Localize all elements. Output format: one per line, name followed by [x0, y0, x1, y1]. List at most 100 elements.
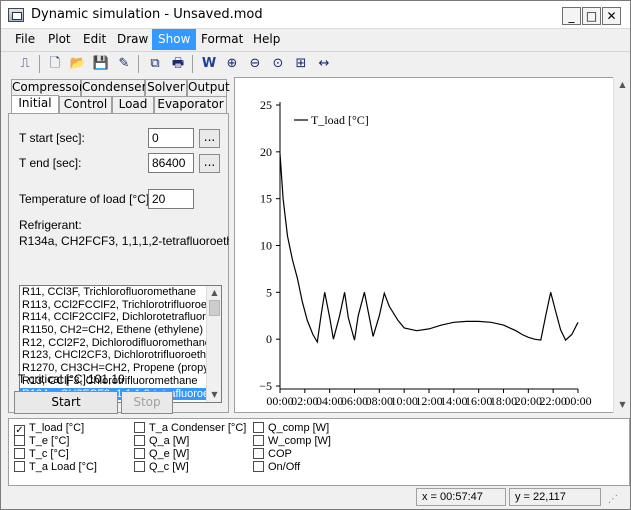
- menu-format[interactable]: Format: [195, 29, 249, 50]
- minimize-button[interactable]: _: [562, 7, 581, 25]
- print-icon[interactable]: 🖶: [168, 54, 188, 74]
- save-as-icon[interactable]: ✎: [114, 54, 134, 74]
- series-line-t-load: [279, 153, 579, 344]
- series-checkbox[interactable]: ✓ T_load [°C]: [14, 422, 85, 436]
- zoom-in-icon[interactable]: ⊕: [222, 54, 242, 74]
- menu-bar: File Plot Edit Draw Show Format Help: [1, 29, 630, 50]
- refrigerant-list-scrollbar[interactable]: ▲ ▼: [206, 286, 221, 402]
- zoom-fit-icon[interactable]: ⊙: [268, 54, 288, 74]
- checkbox-unchecked-icon[interactable]: [134, 448, 145, 459]
- checkbox-unchecked-icon[interactable]: [253, 422, 264, 433]
- open-folder-icon[interactable]: 📂: [68, 54, 88, 74]
- menu-edit[interactable]: Edit: [77, 29, 112, 50]
- scroll-up-icon[interactable]: ▲: [207, 286, 221, 300]
- series-checkbox[interactable]: Q_c [W]: [134, 461, 189, 474]
- legend-entry: T_load [°C]: [311, 113, 369, 127]
- t-critical-value: 101,10: [88, 372, 125, 386]
- checkbox-unchecked-icon[interactable]: [14, 461, 25, 472]
- scroll-down-icon[interactable]: ▼: [207, 388, 221, 402]
- y-tick-label: −5: [259, 379, 272, 393]
- start-button[interactable]: Start: [14, 391, 118, 414]
- refrigerant-selected-text: R134a, CH2FCF3, 1,1,1,2-tetrafluoroethan…: [19, 234, 229, 248]
- horizontal-range-icon[interactable]: ↔: [314, 54, 334, 74]
- series-checkbox-label: Q_comp [W]: [268, 422, 330, 434]
- series-checkbox-label: T_load [°C]: [29, 422, 85, 434]
- app-icon[interactable]: [8, 8, 24, 22]
- menu-help[interactable]: Help: [247, 29, 286, 50]
- maximize-icon: □: [585, 9, 598, 23]
- save-icon[interactable]: 💾: [91, 54, 111, 74]
- t-end-input[interactable]: 86400: [148, 153, 194, 173]
- checkbox-unchecked-icon[interactable]: [134, 422, 145, 433]
- series-checkbox-label: Q_a [W]: [149, 435, 190, 447]
- zoom-window-icon[interactable]: ⊞: [291, 54, 311, 74]
- series-checkbox[interactable]: On/Off: [253, 461, 300, 474]
- series-checkbox[interactable]: COP: [253, 448, 292, 461]
- tab-output[interactable]: Output: [187, 79, 230, 96]
- menu-show[interactable]: Show: [152, 29, 197, 50]
- list-item[interactable]: R12, CCl2F2, Dichlorodifluoromethane: [20, 337, 207, 350]
- zoom-out-icon[interactable]: ⊖: [245, 54, 265, 74]
- t-end-browse-button[interactable]: ...: [199, 154, 220, 173]
- main-window: Dynamic simulation - Unsaved.mod _ □ ✕ F…: [0, 0, 631, 510]
- new-file-icon[interactable]: 🗋: [45, 54, 65, 74]
- exit-icon[interactable]: ⎍: [15, 54, 35, 74]
- series-checkbox[interactable]: W_comp [W]: [253, 435, 331, 448]
- series-checkbox[interactable]: Q_a [W]: [134, 435, 189, 448]
- tab-initial[interactable]: Initial: [11, 95, 59, 114]
- chart-area[interactable]: 25 20 15 10 5 0 −5 00:00 02:00 04:00 06:00 08:00 10:…: [234, 77, 622, 413]
- scroll-down-icon[interactable]: ▼: [614, 397, 631, 413]
- series-checkbox[interactable]: T_a Condenser [°C]: [134, 422, 246, 435]
- checkbox-unchecked-icon[interactable]: [253, 435, 264, 446]
- scroll-thumb[interactable]: [209, 300, 220, 316]
- y-tick-label: 0: [266, 332, 272, 346]
- tab-solver[interactable]: Solver: [145, 79, 187, 96]
- menu-file[interactable]: File: [9, 29, 41, 50]
- list-item[interactable]: R113, CCl2FCClF2, Trichlorotrifluoroetha…: [20, 299, 207, 312]
- x-tick-label: 16:00: [465, 394, 492, 408]
- scroll-up-icon[interactable]: ▲: [614, 77, 631, 93]
- series-checkbox[interactable]: T_c [°C]: [14, 448, 69, 461]
- title-bar[interactable]: Dynamic simulation - Unsaved.mod _ □ ✕: [1, 1, 630, 29]
- list-item[interactable]: R11, CCl3F, Trichlorofluoromethane: [20, 286, 207, 299]
- tab-load[interactable]: Load: [112, 96, 154, 113]
- list-item[interactable]: R1150, CH2=CH2, Ethene (ethylene): [20, 324, 207, 337]
- t-start-input[interactable]: 0: [148, 128, 194, 148]
- checkbox-unchecked-icon[interactable]: [253, 461, 264, 472]
- checkbox-unchecked-icon[interactable]: [134, 435, 145, 446]
- list-item[interactable]: R114, CClF2CClF2, Dichlorotetrafluoroeth…: [20, 311, 207, 324]
- minimize-icon: _: [568, 9, 575, 23]
- series-checkbox-label: T_a Load [°C]: [29, 461, 97, 473]
- series-checkbox-label: W_comp [W]: [268, 435, 331, 447]
- menu-draw[interactable]: Draw: [111, 29, 154, 50]
- y-tick-label: 10: [260, 239, 272, 253]
- word-export-icon[interactable]: W: [199, 54, 219, 74]
- series-checkbox[interactable]: T_e [°C]: [14, 435, 69, 448]
- checkbox-unchecked-icon[interactable]: [14, 448, 25, 459]
- refrigerant-label: Refrigerant:: [19, 218, 82, 232]
- tab-condenser[interactable]: Condenser: [81, 79, 147, 96]
- series-checkbox[interactable]: Q_comp [W]: [253, 422, 329, 435]
- series-checkbox[interactable]: Q_e [W]: [134, 448, 189, 461]
- temperature-of-load-input[interactable]: 20: [148, 189, 194, 209]
- list-item[interactable]: R123, CHCl2CF3, Dichlorotrifluoroethane: [20, 349, 207, 362]
- menu-plot[interactable]: Plot: [42, 29, 77, 50]
- series-selector-panel: ✓ T_load [°C] T_e [°C] T_c [°C] T_a Load [°C…: [8, 418, 630, 486]
- checkbox-unchecked-icon[interactable]: [253, 448, 264, 459]
- tab-evaporator[interactable]: Evaporator: [154, 96, 227, 113]
- resize-grip-icon[interactable]: ⋰: [608, 494, 618, 505]
- tab-compressor[interactable]: Compressor: [11, 79, 84, 96]
- stop-button[interactable]: Stop: [121, 391, 173, 414]
- copy-pages-icon[interactable]: ⧉: [145, 54, 165, 74]
- close-button[interactable]: ✕: [602, 7, 621, 25]
- chart-vertical-scrollbar[interactable]: ▲ ▼: [613, 77, 630, 413]
- x-tick-label: 20:00: [515, 394, 542, 408]
- checkbox-unchecked-icon[interactable]: [14, 435, 25, 446]
- series-checkbox[interactable]: T_a Load [°C]: [14, 461, 97, 474]
- t-start-browse-button[interactable]: ...: [199, 129, 220, 148]
- line-chart[interactable]: 2520151050−500:0002:0004:0006:0008:0010:…: [235, 78, 621, 412]
- tab-control[interactable]: Control: [59, 96, 112, 113]
- checkbox-unchecked-icon[interactable]: [134, 461, 145, 472]
- t-critical-label: T critical [°C]:: [18, 372, 90, 386]
- maximize-button[interactable]: □: [582, 7, 601, 25]
